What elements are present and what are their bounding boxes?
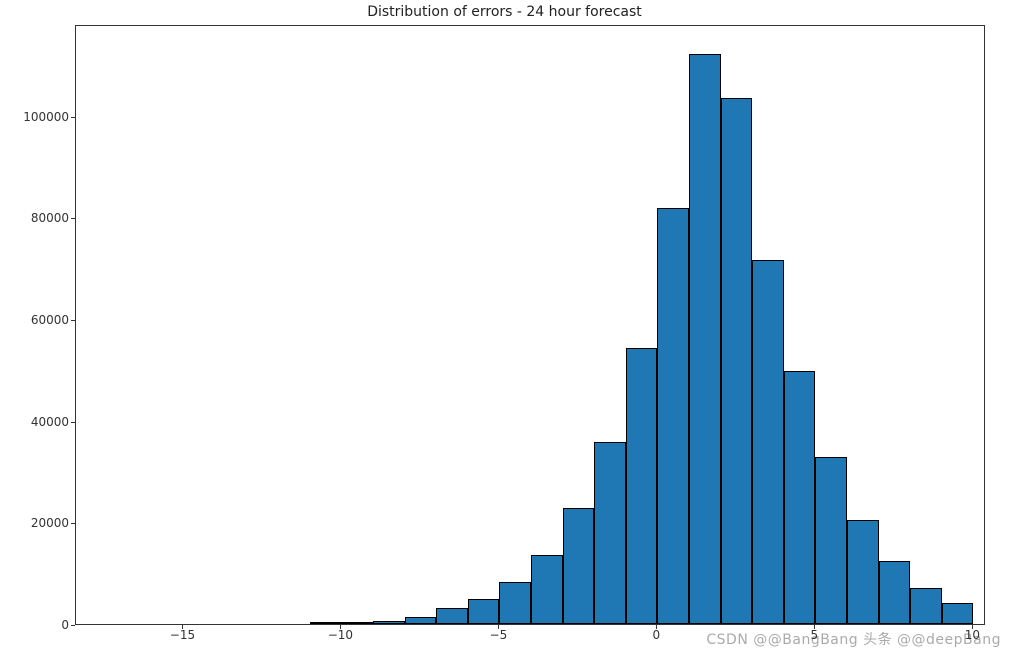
y-tick-mark (71, 625, 75, 626)
histogram-bar (752, 260, 784, 624)
plot-area (75, 25, 985, 625)
histogram-bar (563, 508, 595, 624)
histogram-bar (436, 608, 468, 624)
y-tick-mark (71, 117, 75, 118)
x-tick-mark (814, 625, 815, 629)
histogram-bar (373, 621, 405, 624)
histogram-bar (784, 371, 816, 624)
chart-title: Distribution of errors - 24 hour forecas… (0, 4, 1009, 20)
histogram-bar (910, 588, 942, 624)
histogram-bar (626, 348, 658, 624)
histogram-bar (657, 208, 689, 624)
y-tick-mark (71, 422, 75, 423)
histogram-bar (468, 599, 500, 624)
x-tick-label: 5 (811, 628, 819, 642)
x-tick-mark (182, 625, 183, 629)
histogram-bar (879, 561, 911, 624)
x-tick-mark (972, 625, 973, 629)
x-tick-label: 10 (965, 628, 980, 642)
histogram-bar (341, 622, 373, 624)
watermark: CSDN @@BangBang 头条 @@deepBang (706, 629, 1001, 649)
y-tick-label: 80000 (9, 211, 69, 225)
x-tick-mark (656, 625, 657, 629)
y-tick-label: 100000 (9, 110, 69, 124)
histogram-bar (721, 98, 753, 624)
y-tick-mark (71, 523, 75, 524)
y-tick-label: 20000 (9, 516, 69, 530)
x-tick-label: −10 (328, 628, 353, 642)
x-tick-mark (498, 625, 499, 629)
histogram-bar (531, 555, 563, 624)
bars-container (76, 26, 984, 624)
histogram-bar (405, 617, 437, 624)
x-tick-mark (340, 625, 341, 629)
y-tick-label: 60000 (9, 313, 69, 327)
x-tick-label: 0 (653, 628, 661, 642)
y-tick-label: 40000 (9, 415, 69, 429)
y-tick-label: 0 (9, 618, 69, 632)
chart-figure: Distribution of errors - 24 hour forecas… (0, 0, 1009, 659)
histogram-bar (942, 603, 974, 624)
y-tick-mark (71, 320, 75, 321)
x-tick-label: −5 (490, 628, 508, 642)
y-tick-mark (71, 218, 75, 219)
histogram-bar (815, 457, 847, 624)
x-tick-label: −15 (170, 628, 195, 642)
histogram-bar (689, 54, 721, 625)
histogram-bar (847, 520, 879, 624)
histogram-bar (499, 582, 531, 624)
histogram-bar (594, 442, 626, 624)
histogram-bar (310, 622, 342, 624)
